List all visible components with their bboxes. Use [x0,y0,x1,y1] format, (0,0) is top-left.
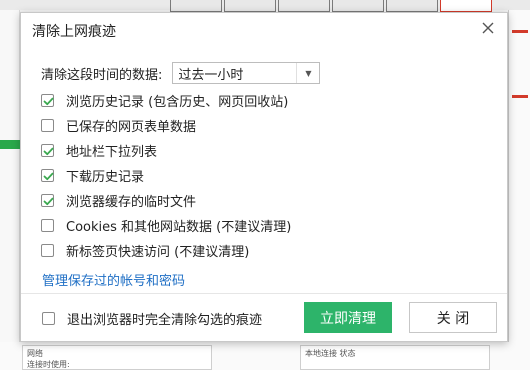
exit-clear-option[interactable]: 退出浏览器时完全清除勾选的痕迹 [42,306,262,331]
clear-now-button[interactable]: 立即清理 [304,302,392,333]
background-right-pane [508,10,530,370]
exit-clear-label: 退出浏览器时完全清除勾选的痕迹 [67,313,263,328]
option-label: Cookies 和其他网站数据 (不建议清理) [66,220,292,235]
manage-passwords-link[interactable]: 管理保存过的帐号和密码 [42,270,185,289]
close-icon[interactable] [479,19,497,37]
option-label: 已保存的网页表单数据 [66,120,197,135]
background-tab-active [440,0,492,12]
option-cache-files[interactable]: 浏览器缓存的临时文件 [41,188,291,213]
option-checkbox[interactable] [41,194,54,207]
clear-options-list: 浏览历史记录 (包含历史、网页回收站) 已保存的网页表单数据 地址栏下拉列表 下… [41,88,291,263]
option-browsing-history[interactable]: 浏览历史记录 (包含历史、网页回收站) [41,88,291,113]
background-left-pane [0,10,20,370]
background-red-marker [512,30,528,33]
background-network-sub: 连接时使用: [27,360,70,369]
option-download-history[interactable]: 下载历史记录 [41,163,291,188]
background-green-bar [0,140,20,149]
dialog-title: 清除上网痕迹 [32,24,116,40]
option-form-data[interactable]: 已保存的网页表单数据 [41,113,291,138]
checkmark-icon [43,147,54,156]
option-checkbox[interactable] [41,244,54,257]
option-checkbox[interactable] [41,119,54,132]
option-label: 下载历史记录 [66,170,145,185]
dialog-title-bar: 清除上网痕迹 [21,13,507,45]
time-range-value: 过去一小时 [178,67,244,83]
footer-divider [21,293,507,294]
clear-history-dialog: 清除上网痕迹 清除这段时间的数据: 过去一小时 ▼ 浏览历史记录 (包含历史、网… [20,12,508,342]
option-label: 浏览历史记录 (包含历史、网页回收站) [66,95,289,110]
background-tab [278,0,330,12]
option-label: 地址栏下拉列表 [66,145,158,160]
option-label: 浏览器缓存的临时文件 [66,195,197,210]
option-address-bar-list[interactable]: 地址栏下拉列表 [41,138,291,163]
background-network-label: 网络 [27,349,43,358]
time-range-select[interactable]: 过去一小时 ▼ [172,62,321,84]
option-cookies[interactable]: Cookies 和其他网站数据 (不建议清理) [41,213,291,238]
time-range-row: 清除这段时间的数据: 过去一小时 ▼ [41,61,321,85]
time-range-label: 清除这段时间的数据: [41,67,163,83]
dropdown-arrow-icon[interactable]: ▼ [296,63,319,83]
option-label: 新标签页快速访问 (不建议清理) [66,245,250,260]
background-red-marker [512,95,528,98]
option-checkbox[interactable] [41,94,54,107]
background-tab [332,0,384,12]
close-button[interactable]: 关 闭 [409,302,497,333]
exit-clear-checkbox[interactable] [42,312,55,325]
checkmark-icon [43,97,54,106]
checkmark-icon [43,172,54,181]
background-tab [386,0,438,12]
background-status-panel: 本地连接 状态 [300,345,490,370]
background-network-panel: 网络 连接时使用: [22,345,212,370]
background-tab [170,0,222,12]
option-new-tab-quick-access[interactable]: 新标签页快速访问 (不建议清理) [41,238,291,263]
checkmark-icon [43,197,54,206]
option-checkbox[interactable] [41,219,54,232]
background-tab-strip [170,0,494,12]
background-tab [224,0,276,12]
background-status-label: 本地连接 状态 [305,349,356,358]
option-checkbox[interactable] [41,169,54,182]
option-checkbox[interactable] [41,144,54,157]
